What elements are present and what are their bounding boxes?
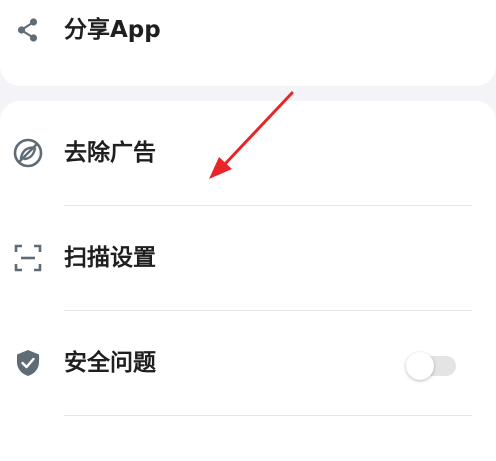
share-icon — [12, 14, 44, 46]
settings-card: 去除广告 扫描设置 安全问题 — [0, 101, 496, 461]
divider — [64, 415, 472, 416]
no-ads-icon — [12, 137, 44, 169]
share-app-label: 分享App — [64, 17, 161, 43]
security-question-toggle[interactable] — [406, 352, 456, 380]
scan-settings-item[interactable]: 扫描设置 — [0, 228, 496, 288]
top-card: 分享App — [0, 0, 496, 86]
remove-ads-label: 去除广告 — [64, 140, 156, 166]
remove-ads-item[interactable]: 去除广告 — [0, 123, 496, 183]
scan-settings-label: 扫描设置 — [64, 245, 156, 271]
security-question-label: 安全问题 — [64, 350, 156, 376]
share-app-item[interactable]: 分享App — [0, 0, 496, 60]
divider — [64, 205, 472, 206]
security-question-item: 安全问题 — [0, 333, 496, 393]
toggle-thumb — [406, 352, 434, 380]
divider — [64, 310, 472, 311]
shield-check-icon — [12, 347, 44, 379]
scan-frame-icon — [12, 242, 44, 274]
